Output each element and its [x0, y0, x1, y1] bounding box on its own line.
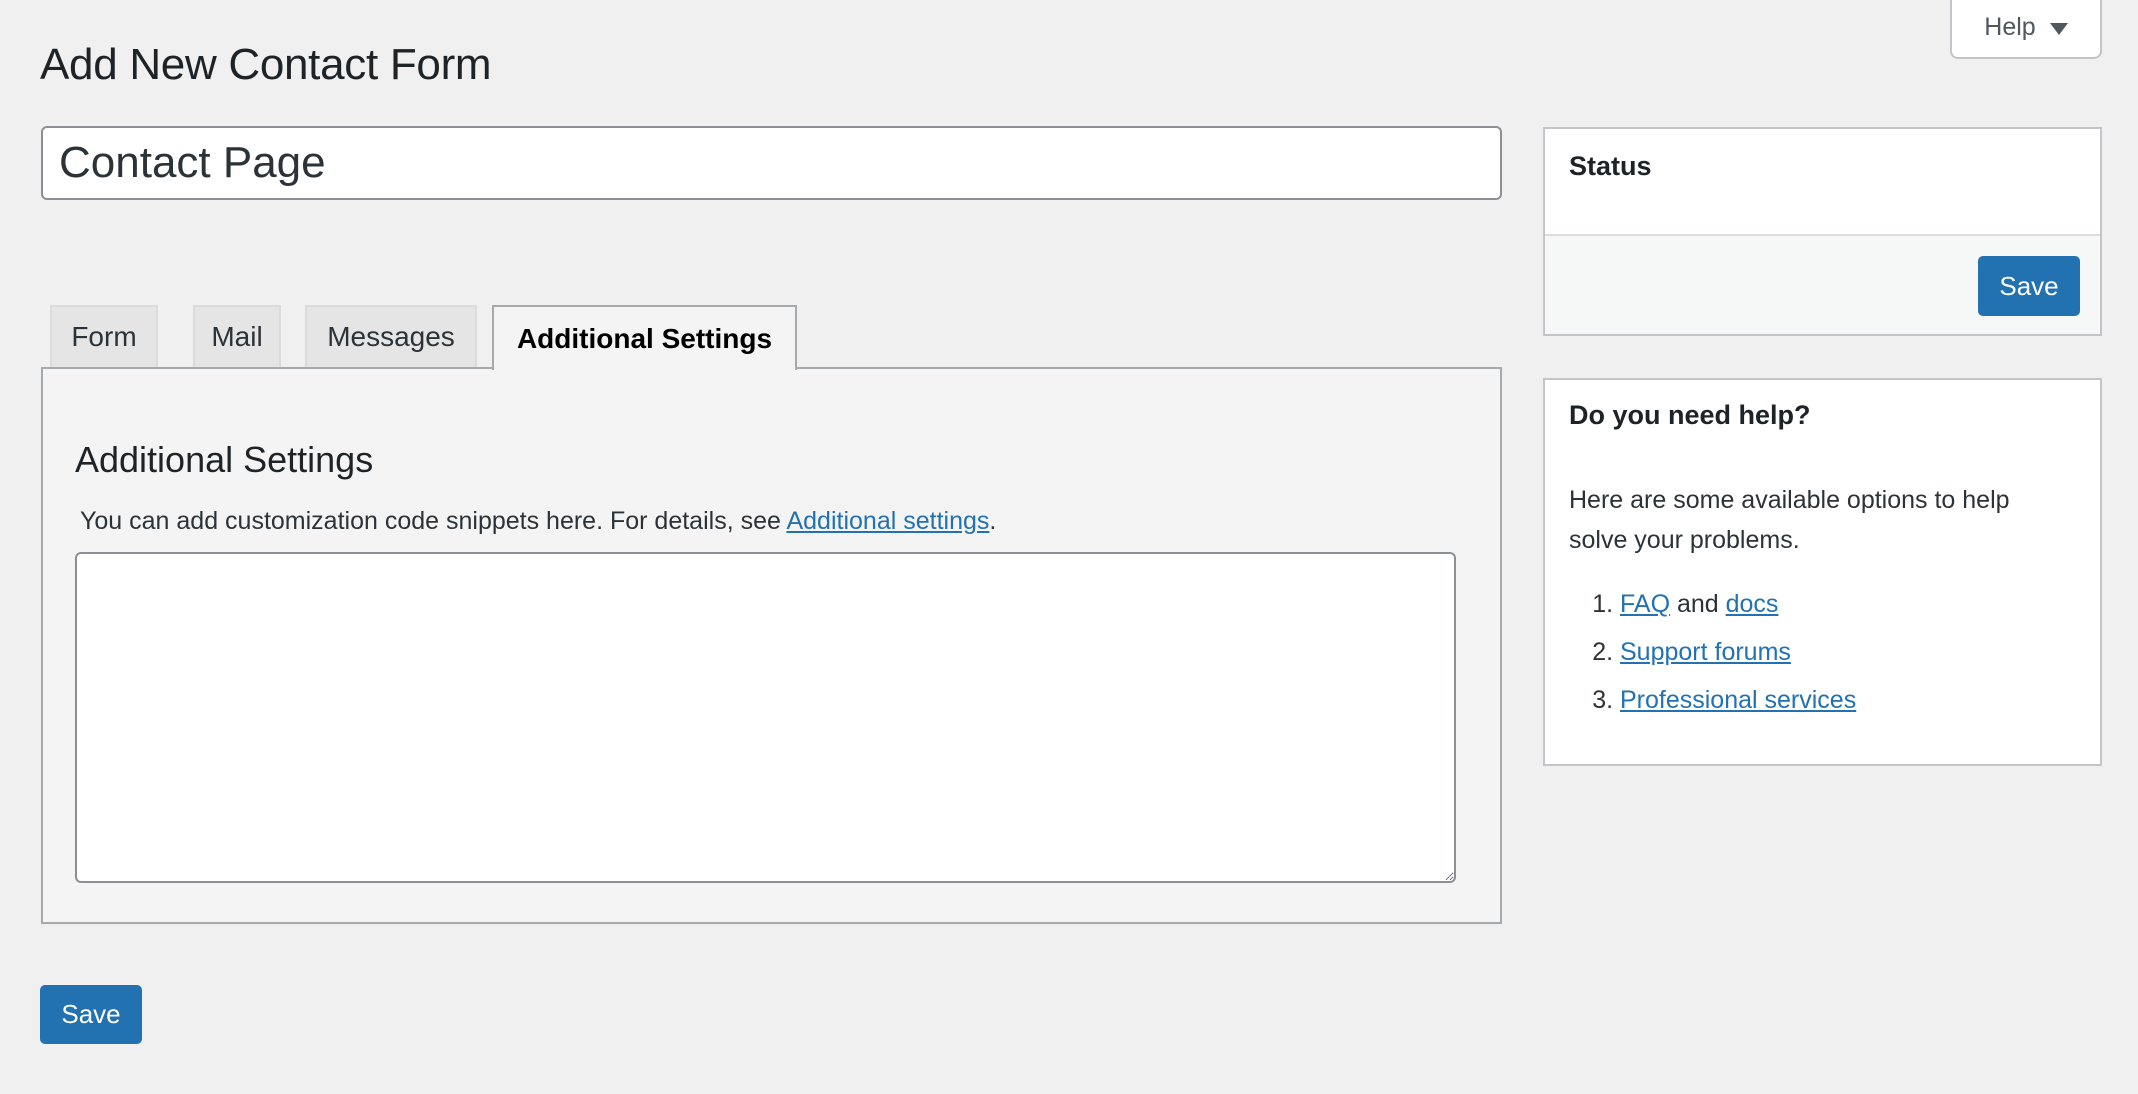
docs-link[interactable]: docs: [1726, 590, 1779, 618]
tab-messages[interactable]: Messages: [305, 305, 477, 367]
tab-mail[interactable]: Mail: [193, 305, 281, 367]
help-option-faq-docs: FAQ and docs: [1620, 584, 1856, 632]
tab-mail-label: Mail: [211, 321, 263, 352]
additional-settings-panel: Additional Settings You can add customiz…: [41, 367, 1502, 924]
additional-settings-link[interactable]: Additional settings: [786, 507, 989, 535]
help-option-support-forums: Support forums: [1620, 632, 1856, 680]
help-options-list: FAQ and docs Support forums Professional…: [1569, 584, 1856, 728]
tab-form[interactable]: Form: [50, 305, 158, 367]
additional-settings-textarea[interactable]: [75, 552, 1456, 883]
form-title-input[interactable]: [41, 126, 1502, 200]
triangle-down-icon: [2049, 22, 2068, 35]
tab-additional-settings[interactable]: Additional Settings: [492, 305, 797, 370]
and-text: and: [1670, 590, 1726, 618]
tab-additional-settings-label: Additional Settings: [516, 322, 773, 354]
faq-link[interactable]: FAQ: [1620, 590, 1670, 618]
help-tab-button[interactable]: Help: [1950, 0, 2102, 59]
help-box-title: Do you need help?: [1569, 400, 1811, 430]
professional-services-link[interactable]: Professional services: [1620, 686, 1856, 714]
support-forums-link[interactable]: Support forums: [1620, 638, 1791, 666]
status-save-button[interactable]: Save: [1978, 256, 2080, 316]
tab-form-label: Form: [71, 321, 137, 352]
status-box-footer: Save: [1545, 234, 2100, 334]
page-title: Add New Contact Form: [40, 40, 492, 89]
tab-messages-label: Messages: [327, 321, 455, 352]
description-suffix: .: [989, 507, 997, 535]
status-box-title: Status: [1569, 151, 1652, 181]
help-box: Do you need help? Here are some availabl…: [1543, 378, 2102, 766]
save-button[interactable]: Save: [40, 985, 142, 1044]
help-box-intro: Here are some available options to help …: [1569, 486, 2010, 554]
tab-bar: Form Mail Messages Additional Settings: [41, 305, 1502, 370]
description-text: You can add customization code snippets …: [80, 507, 787, 535]
panel-heading: Additional Settings: [75, 439, 374, 480]
panel-description: You can add customization code snippets …: [80, 507, 996, 536]
help-option-professional-services: Professional services: [1620, 680, 1856, 728]
status-box: Status Save: [1543, 127, 2102, 336]
help-tab-label: Help: [1984, 13, 2036, 41]
